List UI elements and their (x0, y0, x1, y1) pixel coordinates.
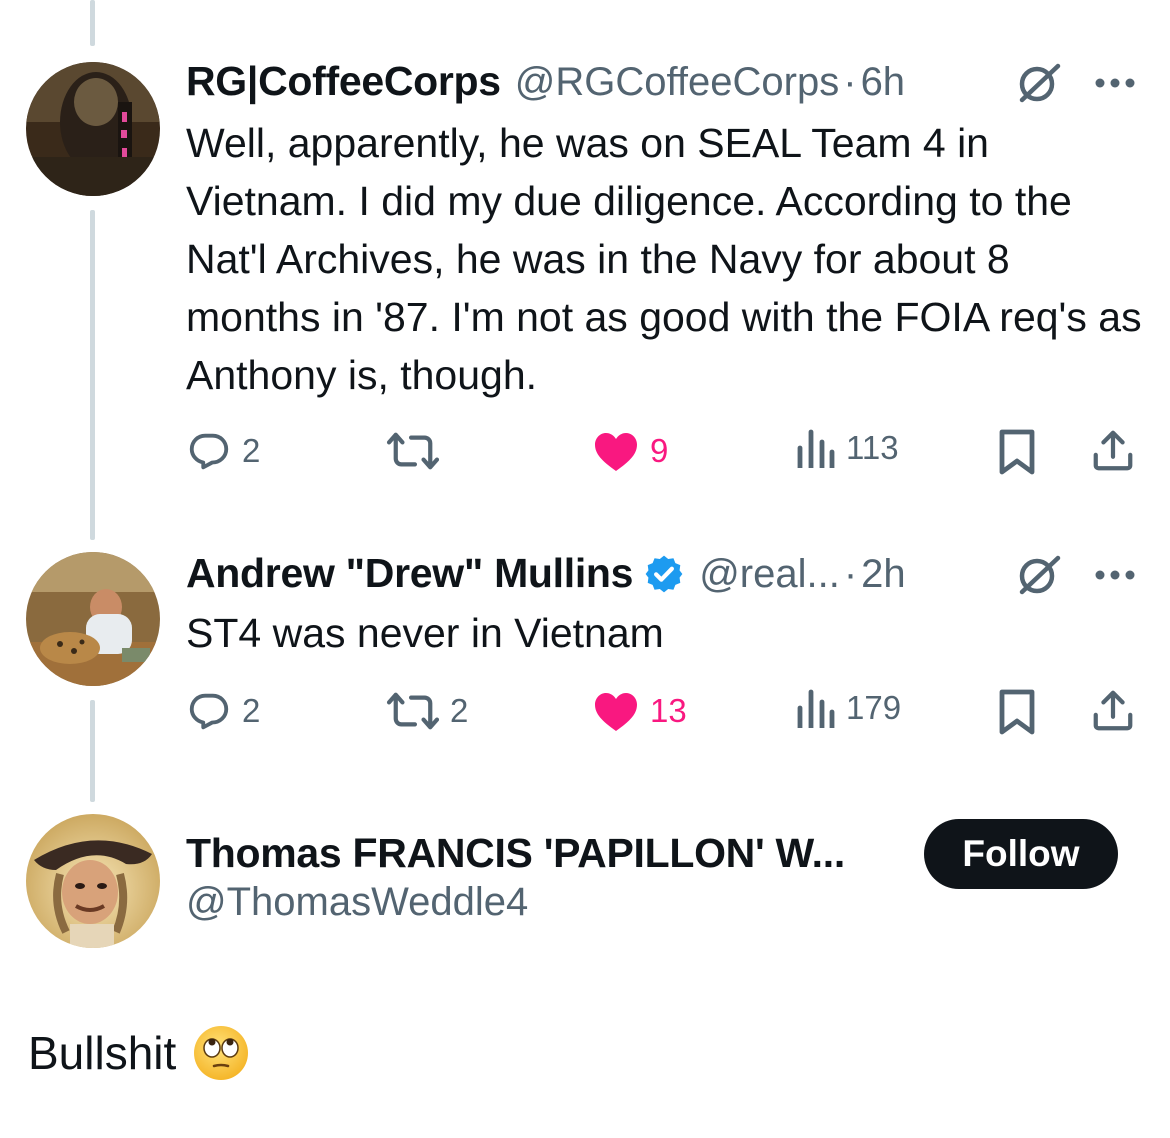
post-text-content: Bullshit (28, 1027, 177, 1079)
timestamp[interactable]: 2h (861, 552, 906, 597)
heart-icon (595, 433, 637, 471)
repost-button[interactable] (386, 428, 450, 474)
timestamp[interactable]: 6h (861, 60, 906, 105)
tweet-actions: 2 2 13 179 (186, 688, 1136, 738)
bookmark-button[interactable] (998, 428, 1036, 476)
repost-icon (386, 692, 440, 730)
share-icon (1093, 690, 1133, 731)
tweet-text: Well, apparently, he was on SEAL Team 4 … (186, 120, 1142, 398)
repost-icon (386, 432, 440, 470)
reply-count: 2 (242, 432, 261, 469)
avatar-image (26, 62, 160, 196)
rolling-eyes-emoji-icon (194, 1026, 249, 1080)
avatar[interactable] (26, 814, 160, 948)
verified-badge-icon (645, 555, 683, 592)
view-count: 179 (846, 689, 902, 726)
share-button[interactable] (1090, 428, 1136, 474)
like-count: 13 (650, 692, 687, 729)
views-button[interactable]: 113 (796, 428, 899, 468)
tweet-header: RG|CoffeeCorps @RGCoffeeCorps · 6h (186, 58, 905, 105)
post-text: Bullshit (28, 1024, 250, 1082)
view-count: 113 (846, 429, 899, 466)
avatar[interactable] (26, 62, 160, 196)
like-count: 9 (650, 432, 669, 469)
share-button[interactable] (1090, 688, 1136, 734)
reply-button[interactable]: 2 (186, 428, 260, 474)
tweet-header: Thomas FRANCIS 'PAPILLON' W... (186, 830, 845, 877)
user-handle[interactable]: @ThomasWeddle4 (186, 880, 528, 925)
reply-icon (189, 433, 229, 470)
views-icon (797, 429, 835, 468)
reply-button[interactable]: 2 (186, 688, 260, 734)
heart-icon (595, 693, 637, 731)
avatar-image (26, 814, 160, 948)
display-name[interactable]: Thomas FRANCIS 'PAPILLON' W... (186, 830, 845, 877)
views-button[interactable]: 179 (796, 688, 901, 728)
separator-dot: · (843, 552, 858, 596)
repost-count: 2 (450, 692, 469, 729)
more-options-icon[interactable] (1093, 568, 1137, 582)
display-name[interactable]: RG|CoffeeCorps (186, 58, 501, 105)
display-name[interactable]: Andrew "Drew" Mullins (186, 550, 633, 597)
views-icon (797, 689, 835, 728)
reply-icon (189, 693, 229, 730)
more-options-icon[interactable] (1093, 76, 1137, 90)
user-handle[interactable]: @real... (699, 552, 840, 597)
bookmark-icon (999, 689, 1035, 735)
reply-count: 2 (242, 692, 261, 729)
like-button[interactable]: 9 (592, 428, 668, 474)
avatar[interactable] (26, 552, 160, 686)
follow-button[interactable]: Follow (924, 819, 1118, 889)
thread-line (90, 210, 95, 540)
grok-icon[interactable] (1016, 552, 1062, 598)
thread-line (90, 0, 95, 46)
avatar-image (26, 552, 160, 686)
share-icon (1093, 430, 1133, 471)
like-button[interactable]: 13 (592, 688, 687, 734)
bookmark-button[interactable] (998, 688, 1036, 736)
tweet-text: ST4 was never in Vietnam (186, 610, 664, 656)
separator-dot: · (843, 60, 857, 104)
repost-button[interactable]: 2 (386, 688, 468, 734)
bookmark-icon (999, 429, 1035, 475)
user-handle[interactable]: @RGCoffeeCorps (515, 60, 839, 105)
thread-line (90, 700, 95, 802)
tweet-actions: 2 9 113 (186, 428, 1136, 478)
tweet-header: Andrew "Drew" Mullins @real... · 2h (186, 550, 906, 597)
grok-icon[interactable] (1016, 60, 1062, 106)
